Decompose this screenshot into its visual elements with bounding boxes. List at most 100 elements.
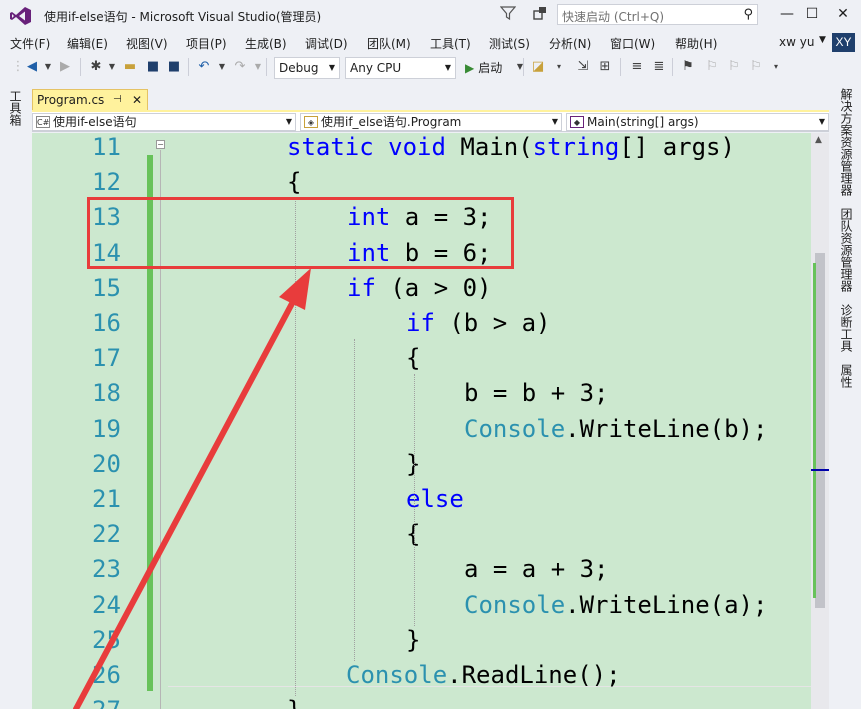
- menu-view[interactable]: 视图(V): [126, 35, 168, 52]
- menu-debug[interactable]: 调试(D): [305, 35, 348, 52]
- code-line[interactable]: if (b > a): [406, 309, 551, 337]
- close-window-button[interactable]: ✕: [832, 3, 854, 25]
- menu-edit[interactable]: 编辑(E): [67, 35, 108, 52]
- toolbox-tab[interactable]: 工具箱: [7, 90, 24, 126]
- chevron-down-icon: ▼: [818, 117, 825, 126]
- menu-help[interactable]: 帮助(H): [675, 35, 717, 52]
- search-icon[interactable]: ⚲: [743, 7, 753, 22]
- class-name: 使用if_else语句.Program: [321, 115, 462, 129]
- quick-launch-input[interactable]: 快速启动 (Ctrl+Q) ⚲: [557, 4, 758, 25]
- chevron-down-icon[interactable]: ▾: [551, 59, 567, 75]
- code-token: Main(: [445, 133, 533, 161]
- class-icon: ◈: [304, 116, 318, 128]
- code-token: .WriteLine(a);: [565, 590, 768, 619]
- next-bookmark-icon[interactable]: ⚐: [726, 59, 742, 75]
- menu-analyze[interactable]: 分析(N): [549, 35, 591, 52]
- navigation-bar: C# 使用if-else语句 ▼ ◈ 使用if_else语句.Program ▼…: [32, 112, 829, 132]
- line-number: 23: [92, 555, 121, 584]
- new-project-icon[interactable]: ✱: [88, 59, 104, 75]
- code-line[interactable]: }: [406, 626, 420, 654]
- code-line[interactable]: {: [287, 168, 301, 196]
- navigate-back-icon[interactable]: ◀: [24, 59, 40, 75]
- scroll-up-icon[interactable]: ▲: [815, 135, 822, 145]
- code-line[interactable]: a = a + 3;: [464, 555, 609, 583]
- highlight-box: [87, 197, 514, 269]
- keyword-token: if: [347, 273, 376, 302]
- indent-guide: [414, 374, 415, 626]
- bookmark-icon[interactable]: ⚑: [680, 59, 696, 75]
- project-dropdown[interactable]: C# 使用if-else语句 ▼: [32, 113, 296, 131]
- notifications-icon[interactable]: [532, 5, 548, 21]
- uncomment-icon[interactable]: ≣: [651, 59, 667, 75]
- standard-toolbar: ⋮ ◀ ▼ ▶ ✱ ▼ ▬ ■ ■ ↶ ▼ ↷ ▼ Debug ▼ Any CP…: [0, 54, 861, 82]
- keyword-token: void: [388, 133, 446, 161]
- undo-icon[interactable]: ↶: [196, 59, 212, 75]
- window-title: 使用if-else语句 - Microsoft Visual Studio(管理…: [44, 10, 322, 24]
- diagnostic-tools-tab[interactable]: 诊断工具: [838, 304, 855, 352]
- code-line[interactable]: Console.WriteLine(a);: [464, 591, 767, 619]
- menu-window[interactable]: 窗口(W): [610, 35, 655, 52]
- member-name: Main(string[] args): [587, 115, 699, 129]
- toolbar-separator: [188, 58, 189, 76]
- redo-icon[interactable]: ↷: [232, 59, 248, 75]
- class-dropdown[interactable]: ◈ 使用if_else语句.Program ▼: [300, 113, 562, 131]
- member-dropdown[interactable]: ◆ Main(string[] args) ▼: [566, 113, 829, 131]
- chevron-down-icon[interactable]: ▼: [819, 35, 826, 45]
- pin-icon[interactable]: ⊣: [113, 90, 122, 110]
- solution-configuration-select[interactable]: Debug ▼: [274, 57, 340, 79]
- save-icon[interactable]: ■: [145, 59, 161, 75]
- code-token: [] args): [619, 133, 735, 161]
- avatar[interactable]: XY: [832, 33, 855, 52]
- menu-build[interactable]: 生成(B): [245, 35, 287, 52]
- properties-tab[interactable]: 属性: [838, 364, 855, 388]
- menu-test[interactable]: 测试(S): [489, 35, 530, 52]
- chevron-down-icon[interactable]: ▼: [250, 59, 266, 75]
- solution-explorer-tab[interactable]: 解决方案资源管理器: [838, 88, 855, 196]
- menu-tools[interactable]: 工具(T): [430, 35, 471, 52]
- team-explorer-tab[interactable]: 团队资源管理器: [838, 208, 855, 292]
- menu-project[interactable]: 项目(P): [186, 35, 227, 52]
- platform-value: Any CPU: [350, 61, 402, 75]
- code-token: a = a + 3;: [464, 555, 609, 584]
- tab-program-cs[interactable]: Program.cs ⊣ ✕: [32, 89, 148, 111]
- previous-bookmark-icon[interactable]: ⚐: [704, 59, 720, 75]
- close-icon[interactable]: ✕: [132, 90, 142, 110]
- save-all-icon[interactable]: ■: [166, 59, 182, 75]
- collapse-outline-icon[interactable]: −: [156, 140, 165, 149]
- start-label: 启动: [478, 61, 503, 75]
- solution-platform-select[interactable]: Any CPU ▼: [345, 57, 456, 79]
- clear-bookmarks-icon[interactable]: ⚐: [748, 59, 764, 75]
- comment-icon[interactable]: ≡: [629, 59, 645, 75]
- feedback-filter-icon[interactable]: [500, 5, 516, 21]
- user-name[interactable]: xw yu: [779, 35, 814, 49]
- menu-file[interactable]: 文件(F): [10, 35, 50, 52]
- code-line[interactable]: Console.WriteLine(b);: [464, 415, 767, 443]
- code-line[interactable]: }: [287, 696, 301, 709]
- find-in-files-icon[interactable]: ⊞: [597, 59, 613, 75]
- line-number: 15: [92, 273, 121, 302]
- code-line[interactable]: {: [406, 344, 420, 372]
- step-into-icon[interactable]: ⇲: [575, 59, 591, 75]
- code-line[interactable]: if (a > 0): [347, 274, 492, 302]
- code-line[interactable]: static void Main(string[] args): [287, 133, 735, 161]
- start-debugging-button[interactable]: ▶ 启动: [465, 59, 502, 76]
- open-file-icon[interactable]: ▬: [122, 59, 138, 75]
- code-line[interactable]: Console.ReadLine();: [346, 661, 621, 689]
- vertical-scrollbar[interactable]: ▲: [811, 133, 829, 709]
- tab-label: Program.cs: [37, 93, 105, 107]
- scrollbar-thumb[interactable]: [815, 253, 825, 608]
- menu-team[interactable]: 团队(M): [367, 35, 411, 52]
- line-number: 12: [92, 168, 121, 197]
- code-line[interactable]: b = b + 3;: [464, 379, 609, 407]
- chevron-down-icon[interactable]: ▼: [214, 59, 230, 75]
- chevron-down-icon[interactable]: ▼: [104, 59, 120, 75]
- maximize-button[interactable]: ☐: [801, 3, 823, 25]
- minimize-button[interactable]: —: [776, 3, 798, 25]
- navigate-forward-icon[interactable]: ▶: [57, 59, 73, 75]
- chevron-down-icon[interactable]: ▼: [40, 59, 56, 75]
- chevron-down-icon[interactable]: ▾: [768, 59, 784, 75]
- browser-link-icon[interactable]: ◪: [530, 59, 546, 75]
- chevron-down-icon[interactable]: ▼: [512, 59, 528, 75]
- toolbar-separator: [523, 58, 524, 76]
- type-token: Console: [464, 590, 566, 619]
